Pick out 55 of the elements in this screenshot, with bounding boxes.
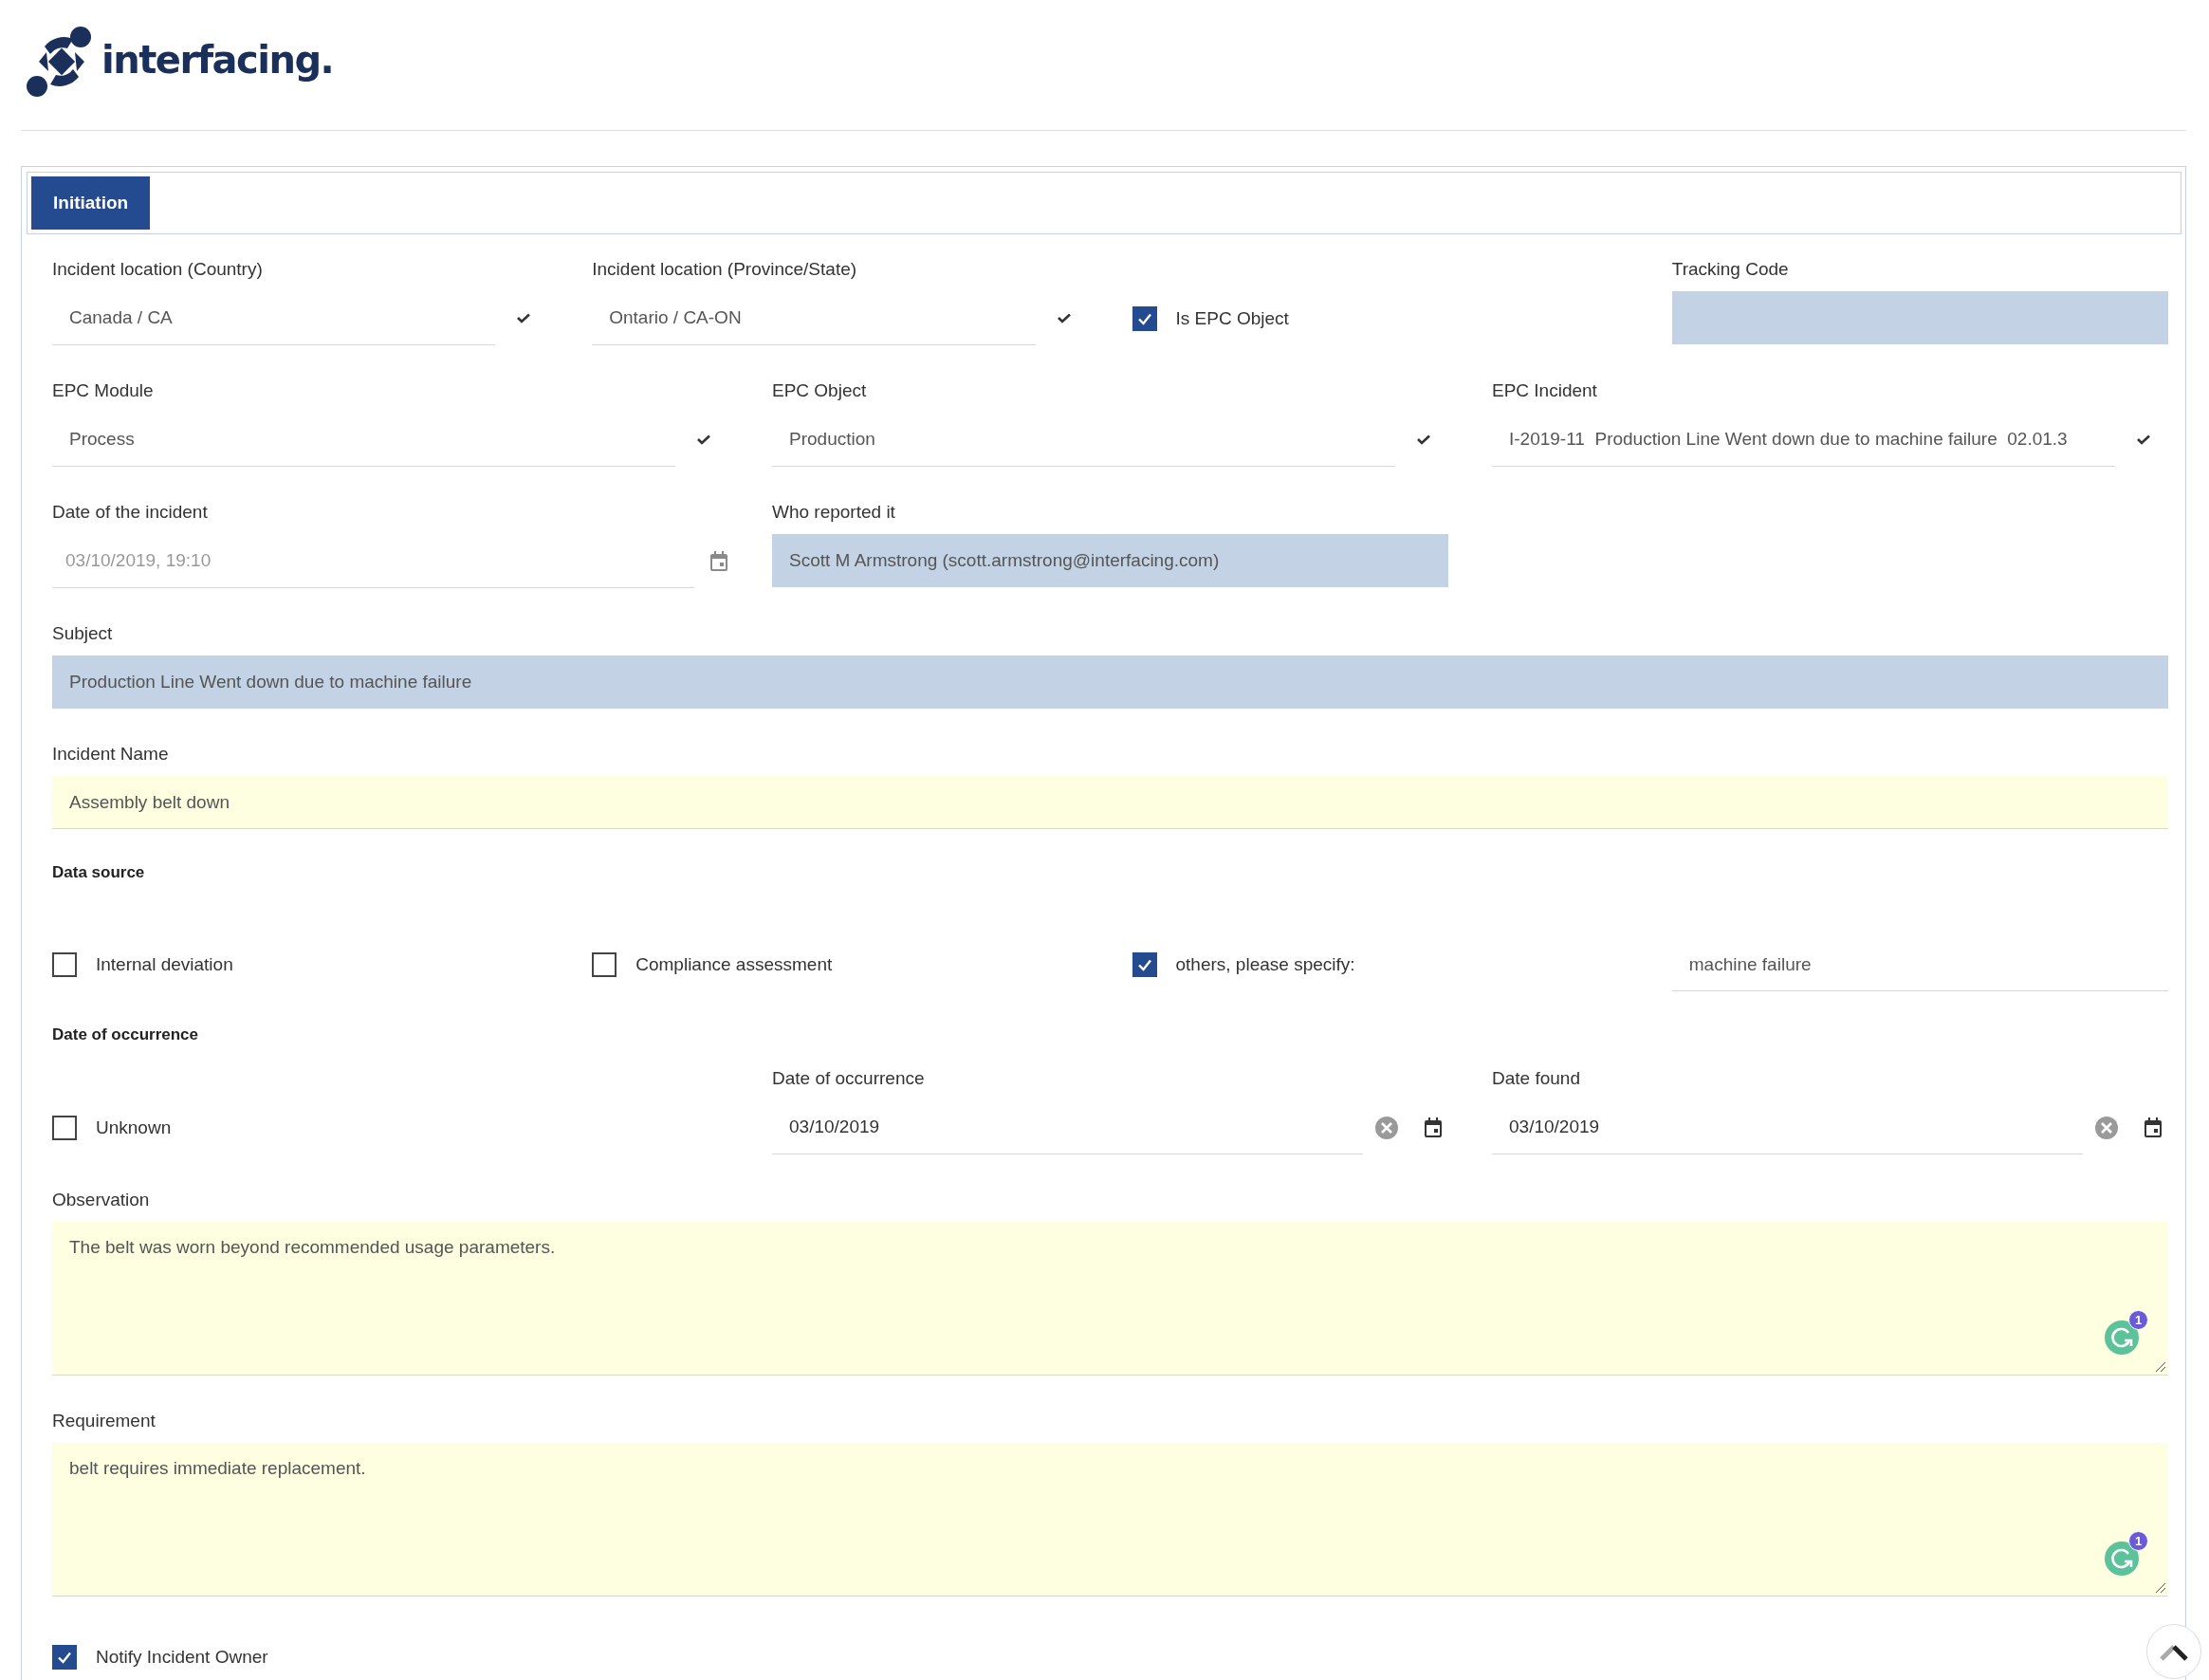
dropdown-field[interactable]: Ontario / CA-ON xyxy=(592,291,1036,345)
dropdown-field[interactable]: I-2019-11 Production Line Went down due to machine failure 02.01.3 xyxy=(1492,413,2115,467)
section-heading: Date of occurrence xyxy=(52,1025,198,1044)
text-area[interactable]: The belt was worn beyond recommended usage parameters. 1 xyxy=(52,1222,2168,1375)
checkbox-label: others, please specify: xyxy=(1175,954,1355,975)
clear-icon[interactable] xyxy=(2094,1115,2119,1140)
field-label: Date found xyxy=(1492,1067,1580,1090)
caret-icon xyxy=(1416,434,1431,446)
field-label: Date of the incident xyxy=(52,501,208,524)
checkbox[interactable] xyxy=(592,952,617,977)
field-label: EPC Module xyxy=(52,379,154,402)
checkbox-label: Unknown xyxy=(96,1117,172,1138)
checkbox[interactable] xyxy=(1132,306,1157,331)
caret-icon xyxy=(696,434,711,446)
dropdown-field[interactable]: Process xyxy=(52,413,675,467)
section-heading: Data source xyxy=(52,863,145,882)
input-field[interactable]: Assembly belt down xyxy=(52,776,2168,829)
field-label: Subject xyxy=(52,622,113,645)
field-label: Incident location (Country) xyxy=(52,258,263,281)
field-label: Incident Name xyxy=(52,743,169,766)
resize-handle-icon[interactable] xyxy=(2155,1582,2166,1594)
caret-icon xyxy=(516,312,532,324)
clear-icon[interactable] xyxy=(1374,1115,1399,1140)
checkbox[interactable] xyxy=(52,952,77,977)
dropdown-field[interactable]: Production xyxy=(772,413,1395,467)
checkbox-label: Notify Incident Owner xyxy=(96,1647,268,1668)
notification-badge: 1 xyxy=(2128,1531,2148,1551)
checkbox-label: Internal deviation xyxy=(96,954,233,975)
field-label: EPC Incident xyxy=(1492,379,1597,402)
checkbox[interactable] xyxy=(52,1116,77,1140)
readonly-field: Scott M Armstrong (scott.armstrong@interfacing.com) xyxy=(772,534,1448,587)
checkbox-label: Compliance assessment xyxy=(635,954,833,975)
field-label: Requirement xyxy=(52,1410,156,1432)
checkbox-label: Is EPC Object xyxy=(1175,308,1289,329)
field-label: EPC Object xyxy=(772,379,867,402)
date-field[interactable]: 03/10/2019 xyxy=(772,1100,1363,1154)
logo-wordmark: interfacing. xyxy=(101,37,334,82)
checkbox[interactable] xyxy=(52,1645,77,1670)
calendar-icon[interactable] xyxy=(2144,1117,2163,1138)
field-label: Who reported it xyxy=(772,501,895,524)
checkbox[interactable] xyxy=(1132,952,1157,977)
date-field[interactable]: 03/10/2019 xyxy=(1492,1100,2083,1154)
readonly-field: Production Line Went down due to machine failure xyxy=(52,655,2168,709)
dropdown-field[interactable]: Canada / CA xyxy=(52,291,496,345)
tab[interactable]: Initiation xyxy=(31,176,151,230)
caret-icon xyxy=(2136,434,2151,446)
caret-icon xyxy=(1056,312,1072,324)
field-label: Date of occurrence xyxy=(772,1067,925,1090)
calendar-icon[interactable] xyxy=(1424,1117,1443,1138)
notification-badge: 1 xyxy=(2128,1310,2148,1330)
field-label: Incident location (Province/State) xyxy=(592,258,857,281)
field-label: Tracking Code xyxy=(1671,258,1789,281)
text-area[interactable]: belt requires immediate replacement. 1 xyxy=(52,1443,2168,1597)
resize-handle-icon[interactable] xyxy=(2155,1361,2166,1373)
field-label: Observation xyxy=(52,1189,150,1211)
